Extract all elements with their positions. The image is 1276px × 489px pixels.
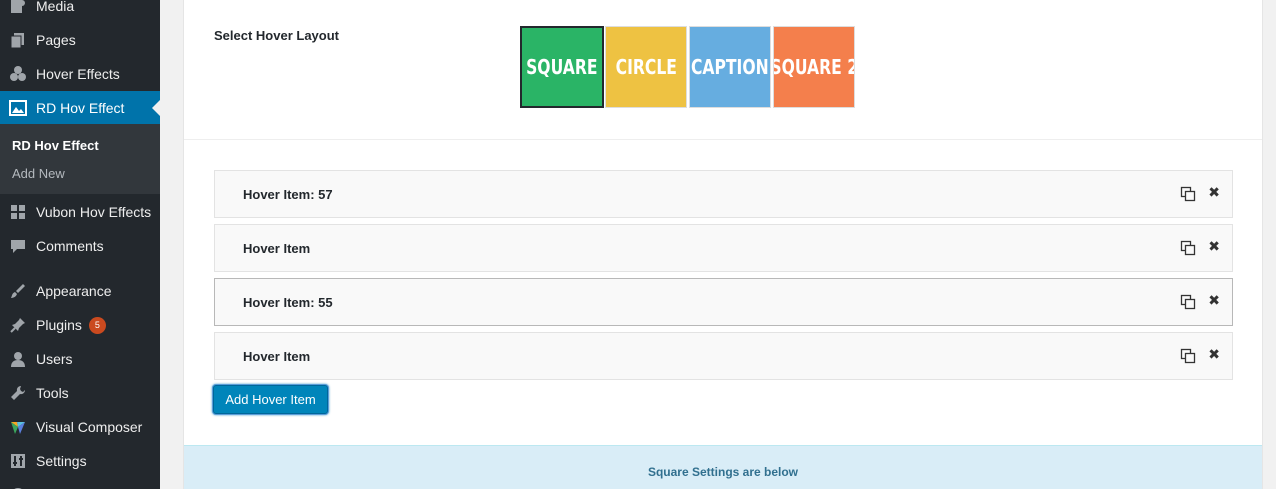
hover-item-title: Hover Item: [243, 349, 311, 364]
settings-notice: Square Settings are below: [184, 445, 1262, 489]
hover-item-title: Hover Item: [243, 241, 311, 256]
admin-sidebar: Media Pages Hover Effects RD Hov Effect …: [0, 0, 160, 489]
main-panel: Select Hover Layout SQUARE CIRCLE CAPTIO…: [183, 0, 1263, 489]
hover-item-title: Hover Item: 55: [243, 295, 333, 310]
visual-composer-icon: [0, 418, 36, 436]
layout-caption-button[interactable]: CAPTION: [689, 26, 771, 108]
sidebar-item-tools[interactable]: Tools: [0, 376, 160, 410]
sidebar-item-pages[interactable]: Pages: [0, 23, 160, 57]
duplicate-icon[interactable]: [1180, 294, 1196, 310]
delete-icon[interactable]: ✖: [1208, 184, 1220, 201]
hover-item-row[interactable]: Hover Item ✖: [214, 224, 1233, 272]
layout-square-2-button[interactable]: SQUARE 2: [773, 26, 855, 108]
duplicate-icon[interactable]: [1180, 186, 1196, 202]
paintbrush-icon: [0, 282, 36, 300]
plugins-icon: [0, 316, 36, 334]
layout-label: Select Hover Layout: [214, 28, 339, 43]
sidebar-item-rd-hov-effect[interactable]: RD Hov Effect: [0, 91, 160, 125]
sidebar-item-hover-effects[interactable]: Hover Effects: [0, 57, 160, 91]
hover-item-row[interactable]: Hover Item: 57 ✖: [214, 170, 1233, 218]
sidebar-item-users[interactable]: Users: [0, 342, 160, 376]
submenu-item-rd-hov-effect[interactable]: RD Hov Effect: [12, 138, 99, 153]
add-hover-item-button[interactable]: Add Hover Item: [213, 385, 328, 414]
duplicate-icon[interactable]: [1180, 240, 1196, 256]
sidebar-item-settings[interactable]: Settings: [0, 444, 160, 478]
sidebar-submenu: RD Hov Effect Add New: [0, 124, 160, 194]
duplicate-icon[interactable]: [1180, 348, 1196, 364]
delete-icon[interactable]: ✖: [1208, 238, 1220, 255]
hover-effects-icon: [0, 65, 36, 83]
sidebar-item-appearance[interactable]: Appearance: [0, 274, 160, 308]
media-icon: [0, 0, 36, 15]
settings-notice-text: Square Settings are below: [647, 465, 799, 479]
sidebar-item-comments[interactable]: Comments: [0, 229, 160, 263]
wrench-icon: [0, 384, 36, 402]
section-divider: [184, 139, 1262, 140]
sidebar-item-vubon-hov-effects[interactable]: Vubon Hov Effects: [0, 195, 160, 229]
delete-icon[interactable]: ✖: [1208, 292, 1220, 309]
sidebar-item-visual-composer[interactable]: Visual Composer: [0, 410, 160, 444]
sidebar-item-plugins[interactable]: Plugins 5: [0, 308, 160, 342]
submenu-item-add-new[interactable]: Add New: [12, 166, 65, 181]
plugins-update-badge: 5: [88, 316, 106, 334]
grid-icon: [0, 203, 36, 221]
hover-item-row[interactable]: Hover Item: 55 ✖: [214, 278, 1233, 326]
hover-item-title: Hover Item: 57: [243, 187, 333, 202]
image-icon: [0, 99, 36, 117]
comments-icon: [0, 237, 36, 255]
delete-icon[interactable]: ✖: [1208, 346, 1220, 363]
sidebar-item-more[interactable]: [0, 478, 160, 489]
layout-circle-button[interactable]: CIRCLE: [605, 26, 687, 108]
sidebar-item-media[interactable]: Media: [0, 0, 160, 23]
users-icon: [0, 350, 36, 368]
pages-icon: [0, 31, 36, 49]
layout-square-button[interactable]: SQUARE: [520, 26, 604, 108]
settings-icon: [0, 452, 36, 470]
hover-item-row[interactable]: Hover Item ✖: [214, 332, 1233, 380]
